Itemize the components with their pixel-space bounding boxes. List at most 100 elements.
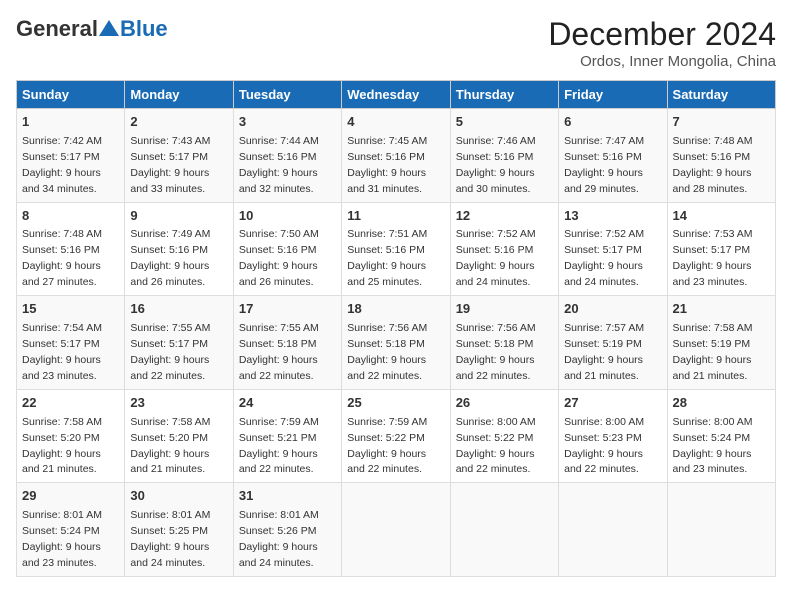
calendar-cell: 14 Sunrise: 7:53 AMSunset: 5:17 PMDayligh… — [667, 202, 775, 296]
week-row-4: 22 Sunrise: 7:58 AMSunset: 5:20 PMDayligh… — [17, 389, 776, 483]
day-number: 3 — [239, 113, 336, 132]
calendar-cell: 8 Sunrise: 7:48 AMSunset: 5:16 PMDaylight… — [17, 202, 125, 296]
calendar-cell: 31 Sunrise: 8:01 AMSunset: 5:26 PMDayligh… — [233, 483, 341, 577]
day-number: 13 — [564, 207, 661, 226]
calendar-cell — [667, 483, 775, 577]
week-row-5: 29 Sunrise: 8:01 AMSunset: 5:24 PMDayligh… — [17, 483, 776, 577]
day-info: Sunrise: 7:48 AMSunset: 5:16 PMDaylight:… — [673, 135, 753, 195]
day-info: Sunrise: 7:47 AMSunset: 5:16 PMDaylight:… — [564, 135, 644, 195]
calendar-cell: 15Sunrise: 7:54 AMSunset: 5:17 PMDayligh… — [17, 296, 125, 390]
calendar-cell — [342, 483, 450, 577]
dow-header-friday: Friday — [559, 81, 667, 109]
day-info: Sunrise: 7:55 AMSunset: 5:18 PMDaylight:… — [239, 322, 319, 382]
day-info: Sunrise: 7:56 AMSunset: 5:18 PMDaylight:… — [347, 322, 427, 382]
day-number: 29 — [22, 487, 119, 506]
calendar-cell: 24Sunrise: 7:59 AMSunset: 5:21 PMDayligh… — [233, 389, 341, 483]
day-number: 21 — [673, 300, 770, 319]
calendar-cell: 29 Sunrise: 8:01 AMSunset: 5:24 PMDayligh… — [17, 483, 125, 577]
calendar-cell: 20Sunrise: 7:57 AMSunset: 5:19 PMDayligh… — [559, 296, 667, 390]
day-number: 25 — [347, 394, 444, 413]
dow-header-thursday: Thursday — [450, 81, 558, 109]
logo-general-text: General — [16, 16, 98, 42]
calendar-cell: 2 Sunrise: 7:43 AMSunset: 5:17 PMDaylight… — [125, 109, 233, 203]
day-number: 16 — [130, 300, 227, 319]
day-number: 7 — [673, 113, 770, 132]
day-info: Sunrise: 7:42 AMSunset: 5:17 PMDaylight:… — [22, 135, 102, 195]
day-info: Sunrise: 7:45 AMSunset: 5:16 PMDaylight:… — [347, 135, 427, 195]
day-info: Sunrise: 7:59 AMSunset: 5:22 PMDaylight:… — [347, 416, 427, 476]
day-info: Sunrise: 8:00 AMSunset: 5:23 PMDaylight:… — [564, 416, 644, 476]
calendar-cell — [559, 483, 667, 577]
calendar-cell — [450, 483, 558, 577]
day-number: 18 — [347, 300, 444, 319]
location: Ordos, Inner Mongolia, China — [548, 53, 776, 70]
day-number: 2 — [130, 113, 227, 132]
day-info: Sunrise: 7:58 AMSunset: 5:20 PMDaylight:… — [130, 416, 210, 476]
day-info: Sunrise: 8:01 AMSunset: 5:26 PMDaylight:… — [239, 509, 319, 569]
title-area: December 2024 Ordos, Inner Mongolia, Chi… — [548, 16, 776, 70]
day-info: Sunrise: 7:54 AMSunset: 5:17 PMDaylight:… — [22, 322, 102, 382]
calendar-cell: 19 Sunrise: 7:56 AMSunset: 5:18 PMDayligh… — [450, 296, 558, 390]
day-number: 27 — [564, 394, 661, 413]
day-info: Sunrise: 8:01 AMSunset: 5:25 PMDaylight:… — [130, 509, 210, 569]
calendar-cell: 21 Sunrise: 7:58 AMSunset: 5:19 PMDayligh… — [667, 296, 775, 390]
day-info: Sunrise: 8:01 AMSunset: 5:24 PMDaylight:… — [22, 509, 102, 569]
day-info: Sunrise: 7:49 AMSunset: 5:16 PMDaylight:… — [130, 228, 210, 288]
dow-header-sunday: Sunday — [17, 81, 125, 109]
day-number: 11 — [347, 207, 444, 226]
day-number: 10 — [239, 207, 336, 226]
day-info: Sunrise: 7:53 AMSunset: 5:17 PMDaylight:… — [673, 228, 753, 288]
month-title: December 2024 — [548, 16, 776, 53]
day-info: Sunrise: 7:58 AMSunset: 5:19 PMDaylight:… — [673, 322, 753, 382]
calendar-cell: 25 Sunrise: 7:59 AMSunset: 5:22 PMDayligh… — [342, 389, 450, 483]
day-number: 22 — [22, 394, 119, 413]
calendar-cell: 12Sunrise: 7:52 AMSunset: 5:16 PMDayligh… — [450, 202, 558, 296]
day-number: 8 — [22, 207, 119, 226]
day-info: Sunrise: 7:58 AMSunset: 5:20 PMDaylight:… — [22, 416, 102, 476]
calendar-cell: 28Sunrise: 8:00 AMSunset: 5:24 PMDayligh… — [667, 389, 775, 483]
day-info: Sunrise: 7:55 AMSunset: 5:17 PMDaylight:… — [130, 322, 210, 382]
day-number: 28 — [673, 394, 770, 413]
logo: General Blue — [16, 16, 168, 42]
calendar-cell: 18 Sunrise: 7:56 AMSunset: 5:18 PMDayligh… — [342, 296, 450, 390]
day-info: Sunrise: 7:48 AMSunset: 5:16 PMDaylight:… — [22, 228, 102, 288]
calendar-cell: 13 Sunrise: 7:52 AMSunset: 5:17 PMDayligh… — [559, 202, 667, 296]
day-number: 30 — [130, 487, 227, 506]
logo-blue-text: Blue — [120, 16, 168, 42]
week-row-3: 15Sunrise: 7:54 AMSunset: 5:17 PMDayligh… — [17, 296, 776, 390]
day-number: 31 — [239, 487, 336, 506]
day-number: 24 — [239, 394, 336, 413]
calendar-cell: 22 Sunrise: 7:58 AMSunset: 5:20 PMDayligh… — [17, 389, 125, 483]
calendar-cell: 9 Sunrise: 7:49 AMSunset: 5:16 PMDaylight… — [125, 202, 233, 296]
calendar-cell: 11Sunrise: 7:51 AMSunset: 5:16 PMDayligh… — [342, 202, 450, 296]
calendar-cell: 17 Sunrise: 7:55 AMSunset: 5:18 PMDayligh… — [233, 296, 341, 390]
header: General Blue December 2024 Ordos, Inner … — [16, 16, 776, 70]
calendar-cell: 30 Sunrise: 8:01 AMSunset: 5:25 PMDayligh… — [125, 483, 233, 577]
calendar-cell: 4 Sunrise: 7:45 AMSunset: 5:16 PMDaylight… — [342, 109, 450, 203]
day-info: Sunrise: 7:46 AMSunset: 5:16 PMDaylight:… — [456, 135, 536, 195]
day-number: 9 — [130, 207, 227, 226]
day-info: Sunrise: 7:56 AMSunset: 5:18 PMDaylight:… — [456, 322, 536, 382]
day-info: Sunrise: 7:52 AMSunset: 5:17 PMDaylight:… — [564, 228, 644, 288]
day-info: Sunrise: 7:43 AMSunset: 5:17 PMDaylight:… — [130, 135, 210, 195]
day-number: 4 — [347, 113, 444, 132]
day-info: Sunrise: 7:44 AMSunset: 5:16 PMDaylight:… — [239, 135, 319, 195]
day-number: 20 — [564, 300, 661, 319]
day-number: 1 — [22, 113, 119, 132]
dow-header-tuesday: Tuesday — [233, 81, 341, 109]
logo-icon — [99, 20, 119, 36]
day-number: 17 — [239, 300, 336, 319]
week-row-1: 1 Sunrise: 7:42 AMSunset: 5:17 PMDaylight… — [17, 109, 776, 203]
calendar-cell: 10Sunrise: 7:50 AMSunset: 5:16 PMDayligh… — [233, 202, 341, 296]
day-info: Sunrise: 8:00 AMSunset: 5:22 PMDaylight:… — [456, 416, 536, 476]
day-number: 6 — [564, 113, 661, 132]
day-number: 19 — [456, 300, 553, 319]
day-number: 5 — [456, 113, 553, 132]
calendar-cell: 5 Sunrise: 7:46 AMSunset: 5:16 PMDaylight… — [450, 109, 558, 203]
calendar-cell: 27 Sunrise: 8:00 AMSunset: 5:23 PMDayligh… — [559, 389, 667, 483]
day-number: 26 — [456, 394, 553, 413]
dow-header-monday: Monday — [125, 81, 233, 109]
calendar-cell: 1 Sunrise: 7:42 AMSunset: 5:17 PMDaylight… — [17, 109, 125, 203]
calendar-cell: 3 Sunrise: 7:44 AMSunset: 5:16 PMDaylight… — [233, 109, 341, 203]
day-number: 14 — [673, 207, 770, 226]
